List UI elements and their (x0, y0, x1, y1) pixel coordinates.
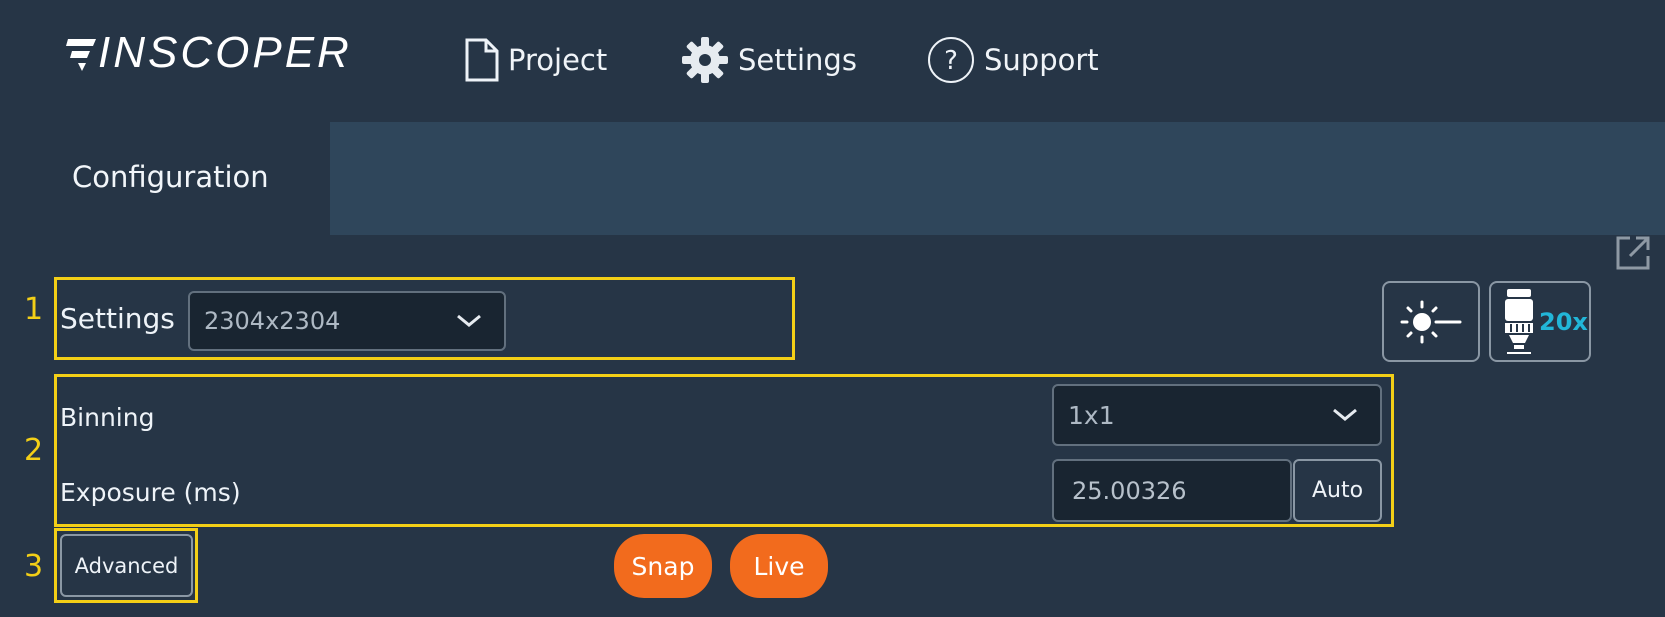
tab-bar: Configuration (0, 122, 1665, 235)
binning-select[interactable]: 1x1 (1052, 384, 1382, 446)
svg-text:?: ? (944, 46, 958, 76)
exposure-input[interactable]: 25.00326 (1052, 459, 1292, 522)
settings-select[interactable]: 2304x2304 (188, 291, 506, 351)
settings-label: Settings (60, 302, 175, 335)
chevron-down-icon (457, 314, 481, 327)
exposure-auto-button[interactable]: Auto (1293, 459, 1382, 522)
advanced-button[interactable]: Advanced (60, 534, 193, 597)
popout-icon[interactable] (1614, 234, 1652, 272)
live-button[interactable]: Live (730, 534, 828, 598)
annotation-number-1: 1 (24, 292, 44, 327)
nav-settings-label: Settings (738, 43, 857, 77)
nav-project-label: Project (508, 43, 608, 77)
microscope-objective-icon (1505, 288, 1533, 354)
logo-text: INSCOPER (98, 28, 352, 77)
chevron-down-icon (1333, 408, 1357, 421)
tab-strip-empty (330, 122, 1665, 235)
nav-settings[interactable]: Settings (680, 30, 857, 90)
sun-icon (1400, 300, 1462, 343)
nav-project[interactable]: Project (464, 30, 607, 90)
objective-button[interactable]: 20x (1489, 281, 1591, 362)
document-icon (465, 38, 499, 82)
nav-support-label: Support (984, 43, 1099, 77)
objective-magnification: 20x (1539, 307, 1588, 336)
tab-configuration-label: Configuration (72, 160, 269, 194)
binning-select-value: 1x1 (1068, 400, 1115, 430)
gear-icon (682, 37, 728, 83)
settings-select-value: 2304x2304 (204, 307, 341, 335)
binning-label: Binning (60, 403, 155, 432)
help-icon: ? (928, 37, 974, 83)
annotation-number-2: 2 (24, 433, 44, 468)
nav-support[interactable]: ? Support (926, 30, 1099, 90)
tab-configuration[interactable]: Configuration (0, 122, 330, 235)
annotation-number-3: 3 (24, 549, 44, 584)
snap-button[interactable]: Snap (614, 534, 712, 598)
logo-mark-icon (66, 39, 96, 71)
app-logo: INSCOPER (66, 28, 352, 77)
light-source-button[interactable] (1382, 281, 1480, 362)
exposure-label: Exposure (ms) (60, 478, 241, 507)
